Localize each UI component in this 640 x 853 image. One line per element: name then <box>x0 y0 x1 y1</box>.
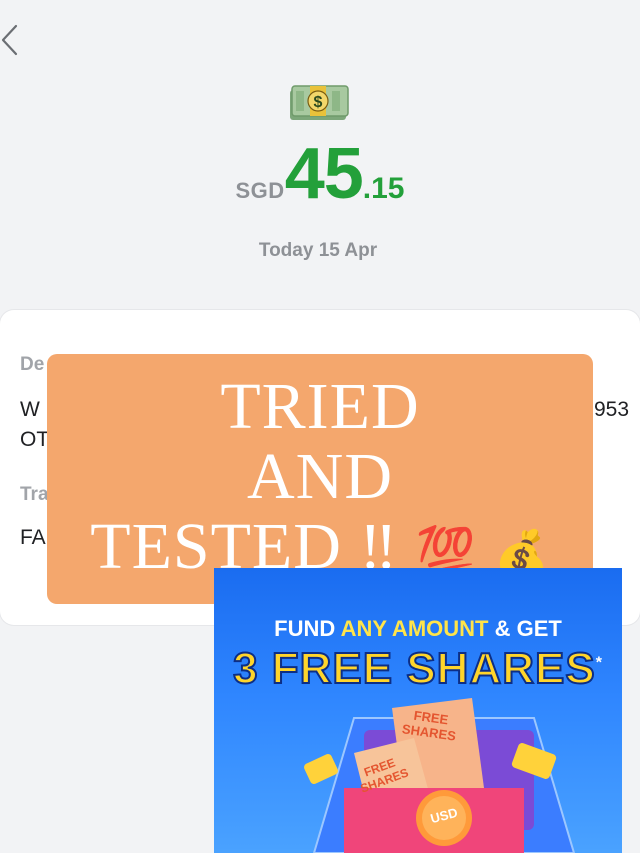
details-value-line1: W <box>20 398 40 421</box>
banner-line-1: TRIED <box>220 370 420 443</box>
transaction-date: Today 15 Apr <box>258 240 378 261</box>
amount-integer: 45 <box>284 134 364 214</box>
promo-headline: FUND ANY AMOUNT & GET <box>214 616 622 642</box>
amount-decimal: .15 <box>362 172 405 205</box>
transaction-label: Tra <box>20 484 49 505</box>
transaction-amount: SGD45.15 <box>0 138 640 210</box>
promo-big-text: 3 FREE SHARES* <box>214 643 622 694</box>
back-button[interactable] <box>0 20 30 60</box>
promo-big-text-main: 3 FREE SHARES <box>232 643 596 694</box>
promo-headline-highlight: ANY AMOUNT <box>340 616 489 641</box>
promo-headline-pre: FUND <box>274 616 341 641</box>
transaction-value: FA <box>20 526 46 549</box>
details-value-line2: OT <box>20 428 50 451</box>
svg-text:$: $ <box>314 94 323 111</box>
chevron-left-icon <box>1 24 18 56</box>
banner-line-2: AND <box>247 440 393 513</box>
promo-headline-post: & GET <box>488 616 562 641</box>
tried-and-tested-banner: TRIED AND TESTED ‼ 💯 💰 <box>47 354 593 604</box>
details-value-tail: 953 <box>594 398 630 421</box>
promo-banner[interactable]: FUND ANY AMOUNT & GET 3 FREE SHARES* FRE… <box>214 568 622 853</box>
promo-asterisk: * <box>595 654 603 672</box>
money-banknote-icon: $ <box>288 82 350 122</box>
currency-code: SGD <box>235 178 285 203</box>
details-label: De <box>20 354 45 375</box>
